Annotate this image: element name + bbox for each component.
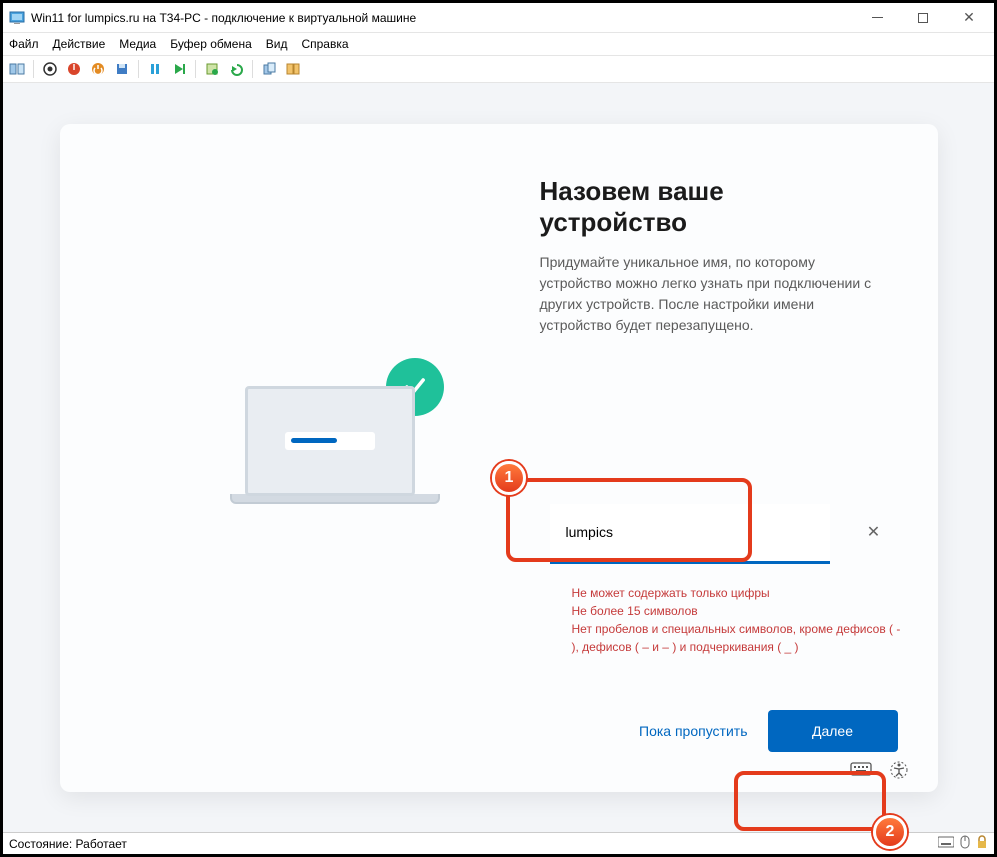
rule-1: Не может содержать только цифры bbox=[572, 584, 902, 602]
menubar: Файл Действие Медиа Буфер обмена Вид Спр… bbox=[3, 33, 994, 55]
clear-input-icon[interactable]: ✕ bbox=[864, 522, 884, 542]
menu-clipboard[interactable]: Буфер обмена bbox=[170, 37, 252, 51]
toolbar-reset-icon[interactable] bbox=[169, 59, 189, 79]
menu-view[interactable]: Вид bbox=[266, 37, 288, 51]
menu-file[interactable]: Файл bbox=[9, 37, 39, 51]
menu-help[interactable]: Справка bbox=[301, 37, 348, 51]
maximize-button[interactable] bbox=[900, 3, 946, 33]
toolbar-ctrl-alt-del-icon[interactable] bbox=[7, 59, 27, 79]
status-lock-icon bbox=[976, 835, 988, 852]
toolbar bbox=[3, 55, 994, 83]
toolbar-enhanced-icon[interactable] bbox=[259, 59, 279, 79]
status-keyboard-icon bbox=[938, 836, 954, 851]
toolbar-start-icon[interactable] bbox=[40, 59, 60, 79]
vm-display-area: Назовем ваше устройство Придумайте уника… bbox=[3, 83, 994, 832]
skip-link[interactable]: Пока пропустить bbox=[639, 723, 747, 739]
keyboard-icon[interactable] bbox=[850, 761, 872, 784]
toolbar-share-icon[interactable] bbox=[283, 59, 303, 79]
toolbar-checkpoint-icon[interactable] bbox=[202, 59, 222, 79]
status-text: Состояние: Работает bbox=[9, 837, 127, 851]
rule-3: Нет пробелов и специальных символов, кро… bbox=[572, 620, 902, 656]
rule-2: Не более 15 символов bbox=[572, 602, 902, 620]
accessibility-icon[interactable] bbox=[890, 761, 908, 784]
menu-action[interactable]: Действие bbox=[53, 37, 106, 51]
statusbar: Состояние: Работает bbox=[3, 832, 994, 854]
toolbar-pause-icon[interactable] bbox=[145, 59, 165, 79]
app-icon bbox=[9, 10, 25, 26]
annotation-number-2: 2 bbox=[873, 815, 907, 849]
toolbar-shutdown-icon[interactable] bbox=[88, 59, 108, 79]
close-button[interactable]: ✕ bbox=[946, 3, 992, 33]
titlebar: Win11 for lumpics.ru на T34-PC - подключ… bbox=[3, 3, 994, 33]
laptop-illustration bbox=[230, 386, 430, 536]
toolbar-save-icon[interactable] bbox=[112, 59, 132, 79]
status-mouse-icon bbox=[960, 835, 970, 852]
page-title: Назовем ваше устройство bbox=[540, 176, 878, 238]
window-title: Win11 for lumpics.ru на T34-PC - подключ… bbox=[31, 11, 854, 25]
page-description: Придумайте уникальное имя, по которому у… bbox=[540, 252, 878, 336]
minimize-button[interactable] bbox=[854, 3, 900, 33]
oobe-card: Назовем ваше устройство Придумайте уника… bbox=[60, 124, 938, 792]
menu-media[interactable]: Медиа bbox=[119, 37, 156, 51]
next-button[interactable]: Далее bbox=[768, 710, 898, 752]
validation-rules: Не может содержать только цифры Не более… bbox=[572, 584, 902, 656]
device-name-input-wrap bbox=[550, 504, 830, 564]
toolbar-revert-icon[interactable] bbox=[226, 59, 246, 79]
toolbar-turnoff-icon[interactable] bbox=[64, 59, 84, 79]
device-name-input[interactable] bbox=[566, 524, 814, 540]
annotation-number-1: 1 bbox=[492, 461, 526, 495]
